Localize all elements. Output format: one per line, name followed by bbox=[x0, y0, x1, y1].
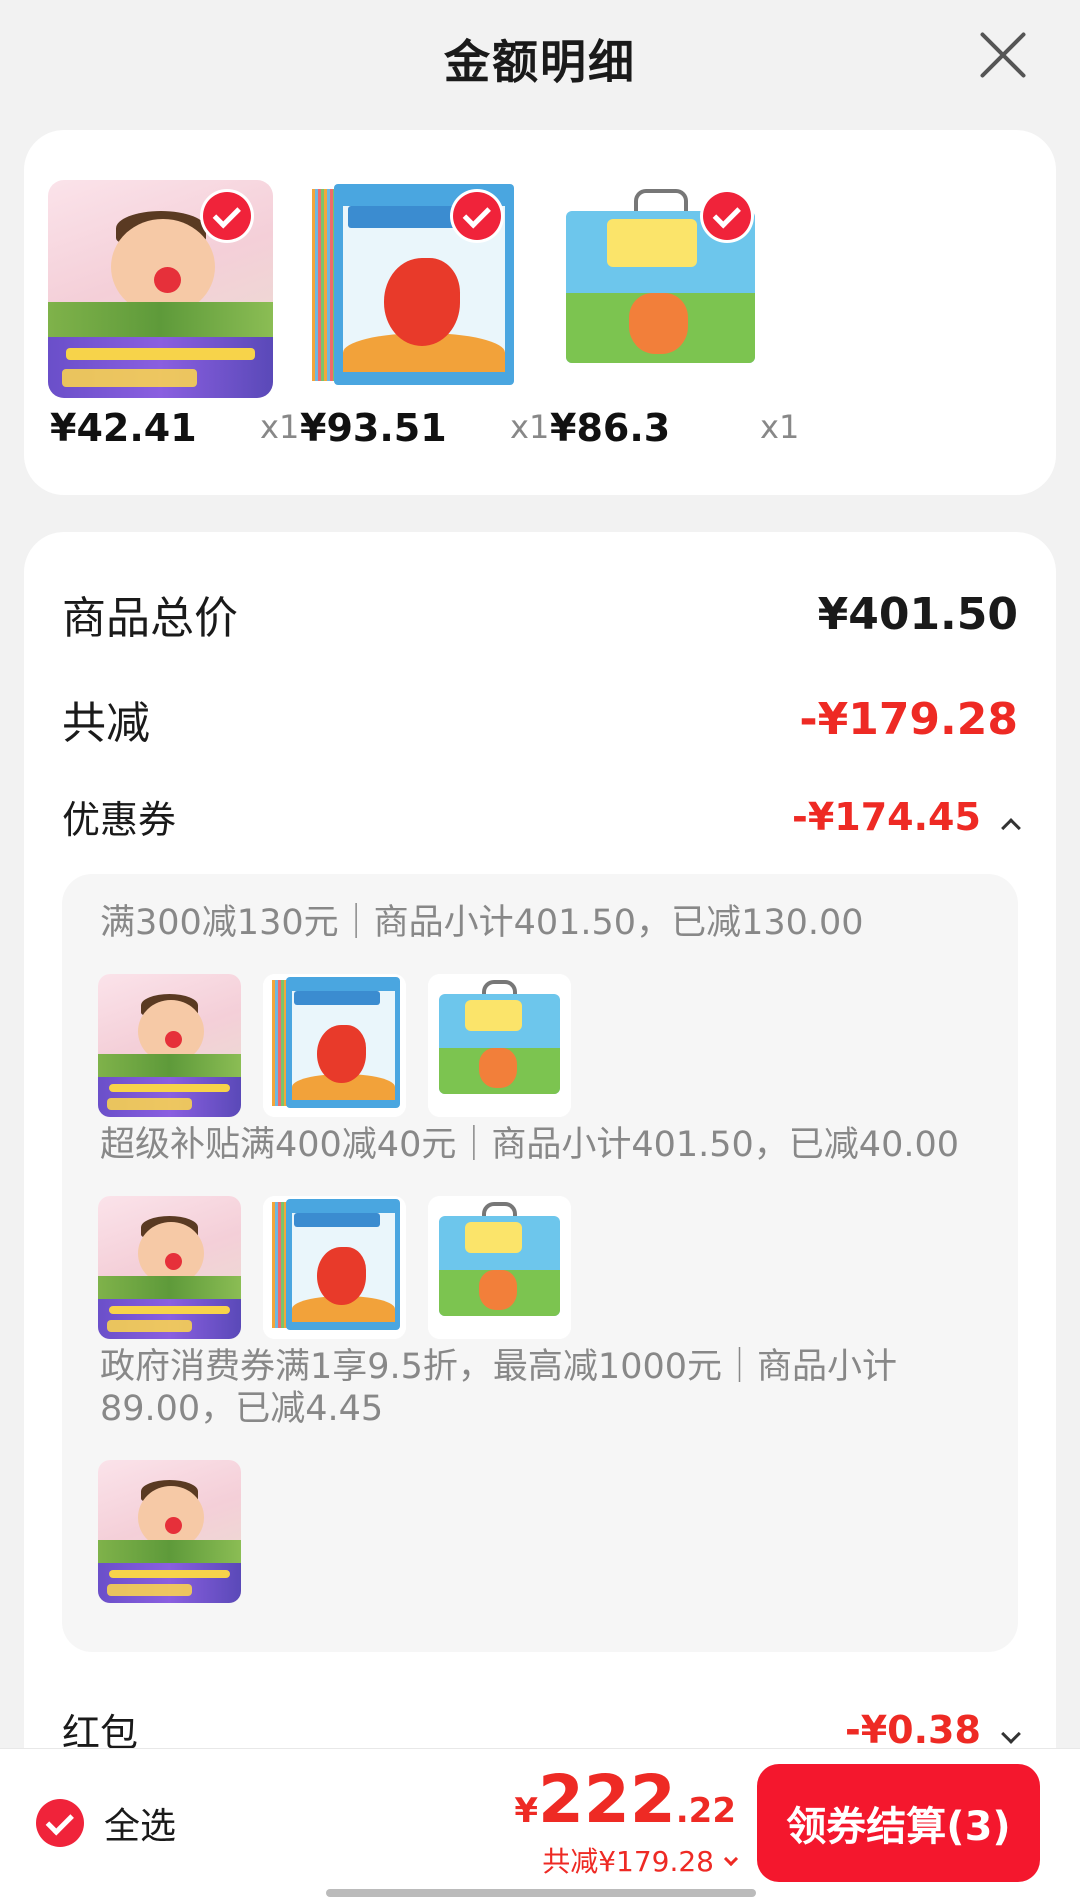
coupon-details: 满300减130元｜商品小计401.50，已减130.00 超级补贴满400减4… bbox=[62, 874, 1018, 1652]
coupon-title: 政府消费券满1享9.5折，最高减1000元｜商品小计89.00，已减4.45 bbox=[100, 1347, 898, 1429]
redpacket-value: -¥0.38 bbox=[844, 1707, 981, 1752]
check-icon[interactable] bbox=[453, 192, 501, 240]
chevron-down-icon[interactable] bbox=[723, 1851, 739, 1867]
coupon-products bbox=[98, 1196, 571, 1339]
checkout-button[interactable]: 领券结算(3) bbox=[757, 1764, 1040, 1882]
home-indicator bbox=[326, 1889, 756, 1897]
coupon-products bbox=[98, 1460, 241, 1603]
chevron-up-icon[interactable] bbox=[1001, 818, 1021, 838]
total-saved[interactable]: 共减¥179.28 bbox=[514, 1840, 739, 1880]
check-icon[interactable] bbox=[703, 192, 751, 240]
coupon-title: 超级补贴满400减40元｜商品小计401.50，已减40.00 bbox=[100, 1125, 960, 1165]
check-icon[interactable] bbox=[36, 1799, 84, 1847]
total-saved-text: 共减¥179.28 bbox=[542, 1845, 714, 1878]
product-item[interactable]: ¥93.51 x1 bbox=[298, 180, 549, 450]
product-thumbnail bbox=[98, 974, 241, 1117]
header: 金额明细 bbox=[0, 0, 1080, 118]
product-qty: x1 bbox=[760, 408, 800, 446]
select-all[interactable]: 全选 bbox=[36, 1797, 176, 1849]
coupon-label: 优惠券 bbox=[62, 798, 177, 842]
saved-value: -¥179.28 bbox=[799, 693, 1018, 745]
total-row: 商品总价 ¥401.50 bbox=[62, 582, 1018, 646]
total-value: ¥401.50 bbox=[817, 588, 1018, 640]
close-icon[interactable] bbox=[978, 30, 1028, 80]
total-price: ¥222.22 bbox=[514, 1761, 736, 1838]
product-item[interactable]: ¥86.3 x1 bbox=[548, 180, 799, 450]
coupon-value: -¥174.45 bbox=[792, 794, 981, 839]
total-dec: .22 bbox=[675, 1791, 736, 1831]
check-icon[interactable] bbox=[203, 192, 251, 240]
coupon-products bbox=[98, 974, 571, 1117]
chevron-down-icon[interactable] bbox=[1001, 1724, 1021, 1744]
total-currency: ¥ bbox=[514, 1791, 538, 1831]
coupon-title: 满300减130元｜商品小计401.50，已减130.00 bbox=[100, 903, 864, 943]
total-label: 商品总价 bbox=[62, 593, 238, 644]
product-thumbnail bbox=[263, 1196, 406, 1339]
product-thumbnail bbox=[98, 1460, 241, 1603]
select-all-label: 全选 bbox=[104, 1806, 177, 1847]
product-thumbnail bbox=[98, 1196, 241, 1339]
product-thumbnail bbox=[263, 974, 406, 1117]
product-thumbnail bbox=[428, 1196, 571, 1339]
product-qty: x1 bbox=[510, 408, 550, 446]
product-item[interactable]: ¥42.41 x1 bbox=[48, 180, 299, 450]
saved-row: 共减 -¥179.28 bbox=[62, 687, 1018, 751]
product-strip: ¥42.41 x1 ¥93.51 x1 ¥86.3 x1 bbox=[24, 130, 1056, 495]
product-thumbnail bbox=[428, 974, 571, 1117]
page-title: 金额明细 bbox=[444, 35, 636, 89]
bottom-bar: 全选 ¥222.22 共减¥179.28 领券结算(3) bbox=[0, 1748, 1080, 1901]
product-price: ¥86.3 bbox=[550, 406, 671, 450]
saved-label: 共减 bbox=[62, 698, 150, 749]
coupon-row[interactable]: 优惠券 -¥174.45 bbox=[62, 789, 1021, 844]
price-summary: 商品总价 ¥401.50 共减 -¥179.28 优惠券 -¥174.45 满3… bbox=[24, 532, 1056, 1901]
order-total: ¥222.22 共减¥179.28 bbox=[514, 1761, 739, 1880]
product-price: ¥42.41 bbox=[50, 406, 197, 450]
product-qty: x1 bbox=[260, 408, 300, 446]
total-int: 222 bbox=[537, 1761, 676, 1838]
product-price: ¥93.51 bbox=[300, 406, 447, 450]
